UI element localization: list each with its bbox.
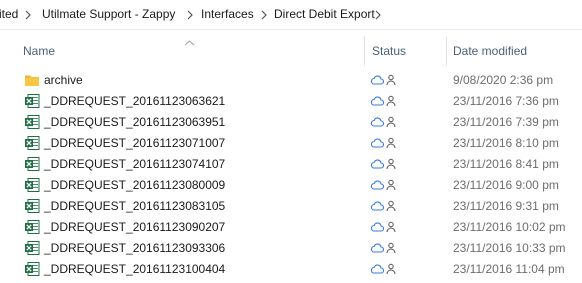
- excel-file-icon: [24, 261, 40, 277]
- status-cell: [370, 262, 400, 278]
- cloud-status-icon: [370, 138, 384, 148]
- breadcrumb-item-interfaces[interactable]: Interfaces: [201, 7, 254, 21]
- file-name: archive: [44, 73, 83, 87]
- cloud-status-icon: [370, 243, 384, 253]
- shared-person-icon: [386, 95, 396, 107]
- file-date-modified: 23/11/2016 8:41 pm: [453, 157, 559, 171]
- file-name: _DDREQUEST_20161123090207: [44, 220, 226, 234]
- cloud-status-icon: [370, 180, 384, 190]
- file-name: _DDREQUEST_20161123100404: [44, 262, 226, 276]
- chevron-right-icon[interactable]: [185, 9, 196, 21]
- list-item-file[interactable]: _DDREQUEST_20161123090207 23/11/2016 10:…: [0, 217, 582, 238]
- list-item-file[interactable]: _DDREQUEST_20161123083105 23/11/2016 9:3…: [0, 196, 582, 217]
- breadcrumb-item-parent[interactable]: ited: [0, 7, 18, 21]
- file-date-modified: 23/11/2016 11:04 pm: [453, 262, 565, 276]
- chevron-right-icon[interactable]: [259, 9, 270, 21]
- cloud-status-icon: [370, 159, 384, 169]
- shared-person-icon: [386, 137, 396, 149]
- file-date-modified: 23/11/2016 8:10 pm: [453, 136, 559, 150]
- status-cell: [370, 199, 400, 215]
- cloud-status-icon: [370, 75, 384, 85]
- list-item-file[interactable]: _DDREQUEST_20161123080009 23/11/2016 9:0…: [0, 175, 582, 196]
- status-cell: [370, 73, 400, 89]
- list-item-file[interactable]: _DDREQUEST_20161123074107 23/11/2016 8:4…: [0, 154, 582, 175]
- excel-file-icon: [24, 240, 40, 256]
- list-item-file[interactable]: _DDREQUEST_20161123093306 23/11/2016 10:…: [0, 238, 582, 259]
- excel-file-icon: [24, 219, 40, 235]
- shared-person-icon: [386, 158, 396, 170]
- excel-file-icon: [24, 156, 40, 172]
- cloud-status-icon: [370, 117, 384, 127]
- file-name: _DDREQUEST_20161123063951: [44, 115, 226, 129]
- file-date-modified: 9/08/2020 2:36 pm: [453, 73, 554, 87]
- list-item-file[interactable]: _DDREQUEST_20161123063621 23/11/2016 7:3…: [0, 91, 582, 112]
- shared-person-icon: [386, 116, 396, 128]
- chevron-right-icon[interactable]: [23, 9, 34, 21]
- list-item-folder[interactable]: archive 9/08/2020 2:36 pm: [0, 70, 582, 91]
- status-cell: [370, 115, 400, 131]
- file-name: _DDREQUEST_20161123071007: [44, 136, 226, 150]
- sort-ascending-icon: [184, 35, 195, 46]
- status-cell: [370, 94, 400, 110]
- address-breadcrumb: ited Utilmate Support - Zappy Interfaces…: [0, 0, 582, 30]
- excel-file-icon: [24, 114, 40, 130]
- list-item-file[interactable]: _DDREQUEST_20161123100404 23/11/2016 11:…: [0, 259, 582, 280]
- file-name: _DDREQUEST_20161123093306: [44, 241, 226, 255]
- file-name: _DDREQUEST_20161123080009: [44, 178, 226, 192]
- status-cell: [370, 220, 400, 236]
- shared-person-icon: [386, 179, 396, 191]
- file-date-modified: 23/11/2016 10:33 pm: [453, 241, 566, 255]
- status-cell: [370, 157, 400, 173]
- column-divider[interactable]: [364, 36, 365, 66]
- column-header-row: Name Status Date modified: [0, 36, 582, 66]
- shared-person-icon: [386, 242, 396, 254]
- shared-person-icon: [386, 263, 396, 275]
- cloud-status-icon: [370, 222, 384, 232]
- breadcrumb-item-utilmate-support[interactable]: Utilmate Support - Zappy: [42, 7, 175, 21]
- file-date-modified: 23/11/2016 9:31 pm: [453, 199, 559, 213]
- status-cell: [370, 178, 400, 194]
- column-header-date-modified[interactable]: Date modified: [453, 44, 527, 58]
- breadcrumb-item-direct-debit-export[interactable]: Direct Debit Export: [274, 7, 375, 21]
- excel-file-icon: [24, 135, 40, 151]
- file-name: _DDREQUEST_20161123083105: [44, 199, 226, 213]
- shared-person-icon: [386, 221, 396, 233]
- chevron-right-icon[interactable]: [373, 9, 384, 21]
- excel-file-icon: [24, 177, 40, 193]
- file-name: _DDREQUEST_20161123063621: [44, 94, 226, 108]
- shared-person-icon: [386, 74, 396, 86]
- list-item-file[interactable]: _DDREQUEST_20161123071007 23/11/2016 8:1…: [0, 133, 582, 154]
- cloud-status-icon: [370, 264, 384, 274]
- cloud-status-icon: [370, 96, 384, 106]
- status-cell: [370, 136, 400, 152]
- excel-file-icon: [24, 93, 40, 109]
- cloud-status-icon: [370, 201, 384, 211]
- excel-file-icon: [24, 198, 40, 214]
- file-date-modified: 23/11/2016 9:00 pm: [453, 178, 559, 192]
- file-date-modified: 23/11/2016 10:02 pm: [453, 220, 566, 234]
- file-date-modified: 23/11/2016 7:39 pm: [453, 115, 559, 129]
- folder-icon: [24, 72, 40, 88]
- list-item-file[interactable]: _DDREQUEST_20161123063951 23/11/2016 7:3…: [0, 112, 582, 133]
- shared-person-icon: [386, 200, 396, 212]
- column-header-name[interactable]: Name: [23, 44, 55, 58]
- file-date-modified: 23/11/2016 7:36 pm: [453, 94, 559, 108]
- column-header-status[interactable]: Status: [372, 44, 406, 58]
- file-name: _DDREQUEST_20161123074107: [44, 157, 226, 171]
- status-cell: [370, 241, 400, 257]
- column-divider[interactable]: [446, 36, 447, 66]
